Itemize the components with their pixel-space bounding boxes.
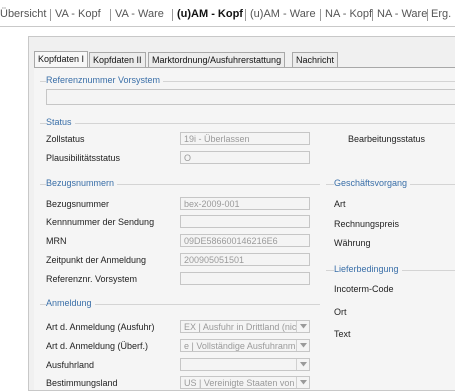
kennnummer-field[interactable] <box>180 215 310 228</box>
referenz-vorsystem-field[interactable] <box>46 89 455 105</box>
bezugsnummer-field[interactable]: bex-2009-001 <box>180 197 310 210</box>
tab-separator <box>50 9 51 21</box>
subtab-kopfdaten-2[interactable]: Kopfdaten II <box>89 52 146 67</box>
tab-separator <box>245 9 246 21</box>
tab-separator <box>172 9 173 21</box>
plausibilitaetsstatus-label: Plausibilitätsstatus <box>46 153 121 163</box>
tab-va-ware[interactable]: VA - Ware <box>115 8 164 20</box>
kennnummer-label: Kennnummer der Sendung <box>46 217 155 227</box>
tab-separator <box>427 9 428 21</box>
zeitpunkt-field[interactable]: 200905051501 <box>180 253 310 266</box>
referenznr-field[interactable] <box>180 272 310 285</box>
top-tab-bar: Übersicht VA - Kopf VA - Ware (u)AM - Ko… <box>0 0 455 27</box>
tab-na-kopf[interactable]: NA - Kopf <box>325 8 372 20</box>
subtab-marktordnung[interactable]: Marktordnung/Ausfuhrerstattung <box>148 52 286 67</box>
anmeldung-legend: Anmeldung <box>46 298 95 308</box>
subtab-nachricht[interactable]: Nachricht <box>292 52 339 67</box>
mrn-label: MRN <box>46 236 67 246</box>
bestimmungsland-select[interactable]: US | Vereinigte Staaten von <box>180 376 310 389</box>
subtab-kopfdaten-1[interactable]: Kopfdaten I <box>34 51 89 68</box>
chevron-down-icon[interactable] <box>296 340 309 351</box>
zeitpunkt-label: Zeitpunkt der Anmeldung <box>46 255 147 265</box>
art-ausfuhr-value: EX | Ausfuhr in Drittland (nic <box>184 322 297 332</box>
referenznr-label: Referenznr. Vorsystem <box>46 274 138 284</box>
tab-separator <box>320 9 321 21</box>
chevron-down-icon[interactable] <box>296 321 309 332</box>
rechnungspreis-label: Rechnungspreis <box>334 219 400 229</box>
status-legend: Status <box>46 117 75 127</box>
ausfuhrland-select[interactable] <box>180 358 310 371</box>
tab-uebersicht[interactable]: Übersicht <box>0 8 46 20</box>
bezugsnummern-legend: Bezugsnummern <box>46 178 118 188</box>
ort-label: Ort <box>334 307 347 317</box>
chevron-down-icon[interactable] <box>296 359 309 370</box>
zollstatus-label: Zollstatus <box>46 134 85 144</box>
tab-na-ware[interactable]: NA - Ware <box>377 8 427 20</box>
bestimmungsland-label: Bestimmungsland <box>46 378 118 388</box>
art-ueberf-value: e | Vollständige Ausfuhranm <box>184 341 296 351</box>
zollstatus-field[interactable]: 19i - Überlassen <box>180 132 310 145</box>
chevron-down-icon[interactable] <box>296 377 309 388</box>
referenz-legend: Referenznummer Vorsystem <box>46 75 164 85</box>
waehrung-label: Währung <box>334 238 371 248</box>
art-label: Art <box>334 199 346 209</box>
tab-erg[interactable]: Erg. <box>431 8 451 20</box>
text-label: Text <box>334 329 351 339</box>
tab-separator <box>110 9 111 21</box>
incoterm-label: Incoterm-Code <box>334 284 394 294</box>
tab-uam-ware[interactable]: (u)AM - Ware <box>250 8 316 20</box>
tab-uam-kopf[interactable]: (u)AM - Kopf <box>177 8 243 20</box>
art-ausfuhr-select[interactable]: EX | Ausfuhr in Drittland (nic <box>180 320 310 333</box>
group-border <box>40 123 455 124</box>
art-ueberf-label: Art d. Anmeldung (Überf.) <box>46 341 149 351</box>
bezugsnummer-label: Bezugsnummer <box>46 199 110 209</box>
ausfuhrland-label: Ausfuhrland <box>46 360 95 370</box>
mrn-field[interactable]: 09DE586600146216E6 <box>180 234 310 247</box>
lieferbedingung-legend: Lieferbedingung <box>334 264 402 274</box>
bestimmungsland-value: US | Vereinigte Staaten von <box>184 378 295 388</box>
tab-va-kopf[interactable]: VA - Kopf <box>55 8 101 20</box>
art-ueberf-select[interactable]: e | Vollständige Ausfuhranm <box>180 339 310 352</box>
tab-separator <box>372 9 373 21</box>
plausibilitaetsstatus-field[interactable]: O <box>180 151 310 164</box>
bearbeitungsstatus-label: Bearbeitungsstatus <box>348 134 426 144</box>
geschaeftsvorgang-legend: Geschäftsvorgang <box>334 178 411 188</box>
art-ausfuhr-label: Art d. Anmeldung (Ausfuhr) <box>46 322 155 332</box>
